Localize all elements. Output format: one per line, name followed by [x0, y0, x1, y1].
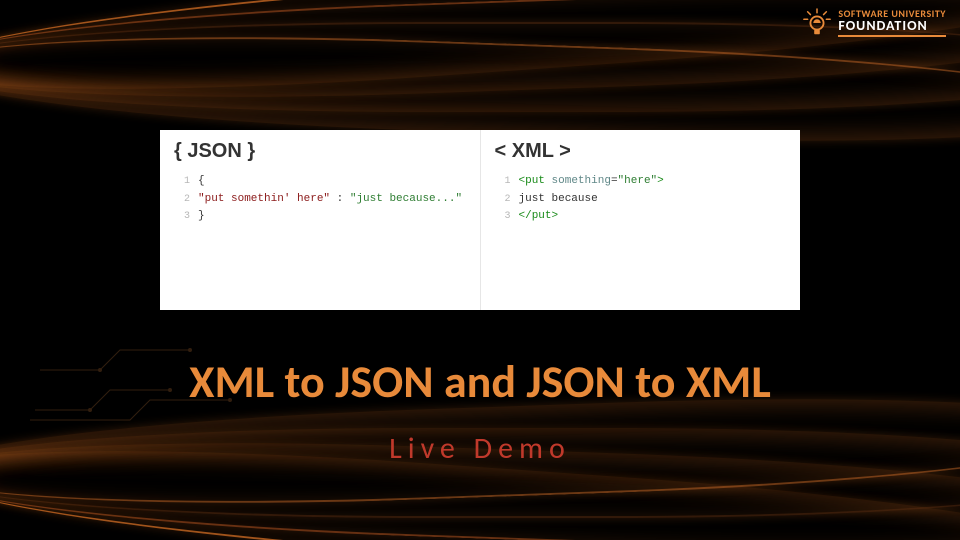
- code-line: 1<put something="here">: [495, 173, 787, 191]
- code-line: 2 just because: [495, 191, 787, 209]
- code-line: 3</put>: [495, 208, 787, 226]
- slide: SOFTWARE UNIVERSITY FOUNDATION { JSON } …: [0, 0, 960, 540]
- line-number: 2: [495, 192, 511, 208]
- line-number: 2: [174, 192, 190, 208]
- line-number: 3: [495, 209, 511, 225]
- lightbulb-icon: [802, 8, 832, 38]
- slide-subtitle: Live Demo: [0, 430, 960, 467]
- xml-code-block: 1<put something="here">2 just because3</…: [495, 173, 787, 226]
- json-heading: { JSON }: [174, 140, 466, 163]
- line-number: 1: [174, 174, 190, 190]
- code-line: 2"put somethin' here" : "just because...…: [174, 191, 466, 209]
- comparison-panel: { JSON } 1{2"put somethin' here" : "just…: [160, 130, 800, 310]
- json-column: { JSON } 1{2"put somethin' here" : "just…: [160, 130, 481, 310]
- code-line: 3}: [174, 208, 466, 226]
- slide-title: XML to JSON and JSON to XML: [0, 354, 960, 410]
- line-number: 1: [495, 174, 511, 190]
- logo-line2: FOUNDATION: [838, 19, 946, 33]
- json-code-block: 1{2"put somethin' here" : "just because.…: [174, 173, 466, 226]
- xml-heading: < XML >: [495, 140, 787, 163]
- line-number: 3: [174, 209, 190, 225]
- xml-column: < XML > 1<put something="here">2 just be…: [481, 130, 801, 310]
- code-line: 1{: [174, 173, 466, 191]
- logo: SOFTWARE UNIVERSITY FOUNDATION: [802, 8, 946, 38]
